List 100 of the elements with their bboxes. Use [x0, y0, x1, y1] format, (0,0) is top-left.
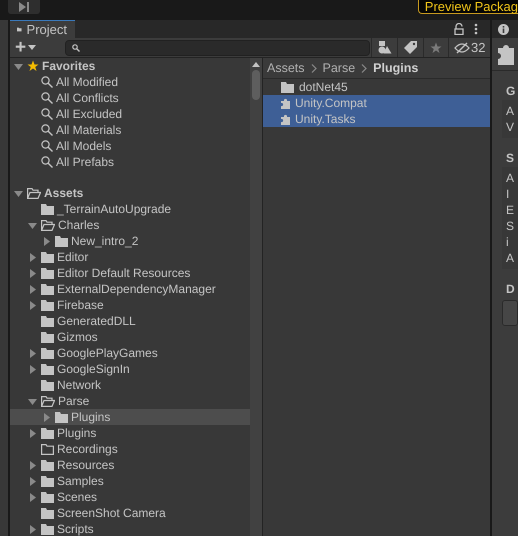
- property-label: A: [506, 250, 514, 266]
- saved-search-item[interactable]: All Conflicts: [56, 91, 119, 105]
- star-icon: [430, 42, 442, 54]
- folder-item[interactable]: Firebase: [10, 297, 250, 313]
- folder-item[interactable]: Scripts: [10, 521, 250, 536]
- puzzle-icon: [498, 43, 514, 65]
- input-field[interactable]: [502, 300, 518, 326]
- property-label: i: [506, 234, 510, 250]
- favorites-label[interactable]: Favorites: [42, 59, 96, 73]
- folder-icon: [55, 236, 68, 246]
- folder-item[interactable]: GoogleSignIn: [10, 361, 250, 377]
- folder-item[interactable]: Assets: [10, 185, 250, 201]
- search-icon: [41, 156, 53, 168]
- folder-item[interactable]: Resources: [10, 457, 250, 473]
- folder-item[interactable]: ExternalDependencyManager: [10, 281, 250, 297]
- folder-item[interactable]: Editor Default Resources: [10, 265, 250, 281]
- file-item[interactable]: Unity.Tasks: [263, 111, 490, 127]
- project-tab[interactable]: Project: [10, 20, 75, 38]
- info-icon: [498, 24, 509, 34]
- section-header[interactable]: D: [496, 280, 518, 298]
- folder-item[interactable]: Plugins: [10, 409, 250, 425]
- folder-icon: [41, 252, 54, 262]
- folder-icon: [41, 300, 54, 310]
- scroll-thumb[interactable]: [252, 70, 260, 100]
- file-item[interactable]: Unity.Compat: [263, 95, 490, 111]
- puzzle-icon: [281, 114, 290, 124]
- property-label: I: [506, 186, 510, 202]
- folder-icon: [41, 316, 54, 326]
- collapse-arrow-icon[interactable]: [28, 220, 37, 230]
- breadcrumb-item[interactable]: Assets: [267, 61, 305, 75]
- search-field[interactable]: [65, 40, 370, 56]
- folder-icon: [41, 460, 54, 470]
- lock-icon[interactable]: [454, 23, 464, 35]
- section-header[interactable]: G: [496, 82, 518, 100]
- property-label: A: [506, 103, 514, 119]
- eye-hidden-icon: [454, 42, 470, 54]
- breadcrumb-item[interactable]: Plugins: [373, 61, 418, 75]
- saved-search-item[interactable]: All Models: [56, 139, 112, 153]
- folder-icon: [41, 348, 54, 358]
- tag-icon: [404, 41, 417, 54]
- folder-item[interactable]: Network: [10, 377, 250, 393]
- search-icon: [41, 140, 53, 152]
- search-icon: [41, 124, 53, 136]
- search-icon: [41, 92, 53, 104]
- empty-folder-icon: [41, 444, 54, 454]
- property-label: E: [506, 202, 514, 218]
- folder-item[interactable]: Plugins: [10, 425, 250, 441]
- folder-item[interactable]: Charles: [10, 217, 250, 233]
- saved-search-item[interactable]: All Excluded: [56, 107, 122, 121]
- search-icon: [41, 76, 53, 88]
- folder-item[interactable]: Gizmos: [10, 329, 250, 345]
- open-folder-icon: [41, 396, 55, 406]
- property-label: A: [506, 170, 514, 186]
- folder-icon: [281, 82, 294, 92]
- folder-item[interactable]: Parse: [10, 393, 250, 409]
- search-icon: [72, 44, 80, 52]
- folder-icon: [41, 268, 54, 278]
- folder-icon: [41, 332, 54, 342]
- folder-icon: [41, 492, 54, 502]
- folder-item[interactable]: New_intro_2: [10, 233, 250, 249]
- create-button[interactable]: +: [10, 39, 66, 56]
- property-label: V: [506, 119, 514, 135]
- folder-item[interactable]: Editor: [10, 249, 250, 265]
- folder-icon: [41, 364, 54, 374]
- shapes-icon: [378, 41, 392, 54]
- folder-item[interactable]: GeneratedDLL: [10, 313, 250, 329]
- step-icon: [18, 2, 30, 12]
- folder-icon: [41, 380, 54, 390]
- scroll-up-icon[interactable]: [252, 62, 260, 67]
- collapse-arrow-icon[interactable]: [28, 396, 37, 406]
- breadcrumb-item[interactable]: Parse: [322, 61, 356, 75]
- folder-icon: [41, 284, 54, 294]
- saved-search-item[interactable]: All Prefabs: [56, 155, 114, 169]
- saved-search-item[interactable]: All Modified: [56, 75, 118, 89]
- folder-item[interactable]: Recordings: [10, 441, 250, 457]
- chevron-icon: [361, 64, 368, 72]
- caret-icon: [28, 45, 36, 50]
- collapse-arrow-icon[interactable]: [14, 188, 23, 198]
- property-label: S: [506, 218, 514, 234]
- folder-item[interactable]: ScreenShot Camera: [10, 505, 250, 521]
- chevron-icon: [310, 64, 317, 72]
- folder-icon: [55, 412, 68, 422]
- preview-packages-button[interactable]: Preview Packag: [418, 0, 518, 14]
- expand-arrow-icon[interactable]: [28, 524, 37, 534]
- scrollbar[interactable]: [250, 58, 263, 536]
- folder-item[interactable]: _TerrainAutoUpgrade: [10, 201, 250, 217]
- open-folder-icon: [41, 220, 55, 230]
- folder-item[interactable]: GooglePlayGames: [10, 345, 250, 361]
- file-item[interactable]: dotNet45: [263, 79, 490, 95]
- puzzle-icon: [281, 98, 290, 108]
- open-folder-icon: [27, 188, 41, 198]
- saved-search-item[interactable]: All Materials: [56, 123, 122, 137]
- more-options-icon[interactable]: [474, 23, 478, 35]
- folder-icon: [41, 476, 54, 486]
- folder-item[interactable]: Scenes: [10, 489, 250, 505]
- step-button[interactable]: [8, 0, 40, 14]
- folder-item[interactable]: Samples: [10, 473, 250, 489]
- search-icon: [41, 108, 53, 120]
- section-header[interactable]: S: [496, 149, 518, 167]
- collapse-arrow-icon[interactable]: [14, 62, 23, 70]
